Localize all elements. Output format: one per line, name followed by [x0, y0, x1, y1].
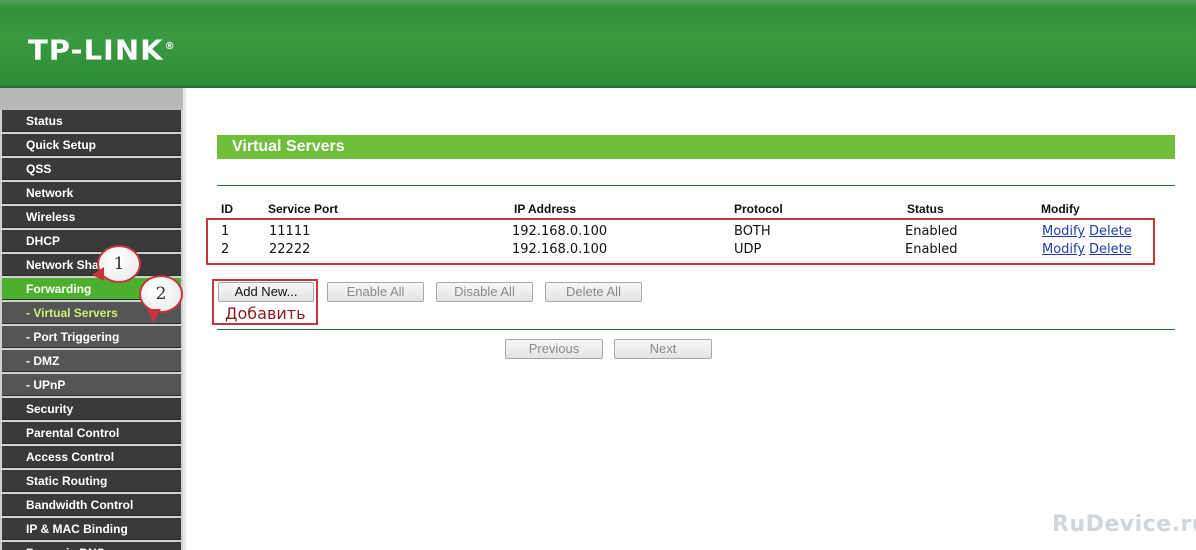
- rows-highlight-box: [206, 218, 1155, 265]
- sidebar-item-port-triggering[interactable]: - Port Triggering: [2, 326, 181, 348]
- divider-top: [217, 185, 1175, 186]
- column-header-service-port: Service Port: [268, 202, 339, 216]
- tp-link-logo: TP-LINK®: [28, 34, 176, 66]
- delete-all-button[interactable]: Delete All: [545, 282, 642, 302]
- sidebar-item-dynamic-dns[interactable]: Dynamic DNS: [2, 542, 181, 550]
- next-button[interactable]: Next: [614, 339, 712, 359]
- logo-registered-mark: ®: [164, 41, 176, 53]
- previous-button[interactable]: Previous: [505, 339, 603, 359]
- page-title: Virtual Servers: [217, 135, 1175, 159]
- divider-bottom: [217, 329, 1175, 330]
- sidebar-item-parental-control[interactable]: Parental Control: [2, 422, 181, 444]
- sidebar-item-static-routing[interactable]: Static Routing: [2, 470, 181, 492]
- sidebar-item-dmz[interactable]: - DMZ: [2, 350, 181, 372]
- sidebar-item-quick-setup[interactable]: Quick Setup: [2, 134, 181, 156]
- column-header-protocol: Protocol: [734, 202, 783, 216]
- sidebar-item-bandwidth-control[interactable]: Bandwidth Control: [2, 494, 181, 516]
- sidebar-item-access-control[interactable]: Access Control: [2, 446, 181, 468]
- column-header-ip-address: IP Address: [514, 202, 577, 216]
- sidebar-item-upnp[interactable]: - UPnP: [2, 374, 181, 396]
- callout-step-2: 2: [139, 275, 183, 323]
- watermark: RuDevice.ru: [1052, 512, 1196, 537]
- add-new-button[interactable]: Add New...: [218, 282, 314, 302]
- column-header-status: Status: [907, 202, 944, 216]
- add-caption-annotation: Добавить: [225, 304, 306, 323]
- logo-text: TP-LINK: [28, 33, 164, 67]
- sidebar-item-dhcp[interactable]: DHCP: [2, 230, 181, 252]
- disable-all-button[interactable]: Disable All: [436, 282, 533, 302]
- main-content: Virtual Servers ID Service Port IP Addre…: [186, 88, 1196, 550]
- sidebar-item-ip-mac-binding[interactable]: IP & MAC Binding: [2, 518, 181, 540]
- enable-all-button[interactable]: Enable All: [327, 282, 424, 302]
- header-banner: TP-LINK®: [0, 0, 1196, 88]
- sidebar-item-qss[interactable]: QSS: [2, 158, 181, 180]
- sidebar-item-security[interactable]: Security: [2, 398, 181, 420]
- sidebar-item-status[interactable]: Status: [2, 110, 181, 132]
- sidebar-item-wireless[interactable]: Wireless: [2, 206, 181, 228]
- sidebar-item-network[interactable]: Network: [2, 182, 181, 204]
- sidebar-top-spacer: [0, 88, 183, 110]
- column-header-modify: Modify: [1041, 202, 1080, 216]
- callout-step-1: 1: [92, 245, 141, 283]
- column-header-id: ID: [221, 202, 233, 216]
